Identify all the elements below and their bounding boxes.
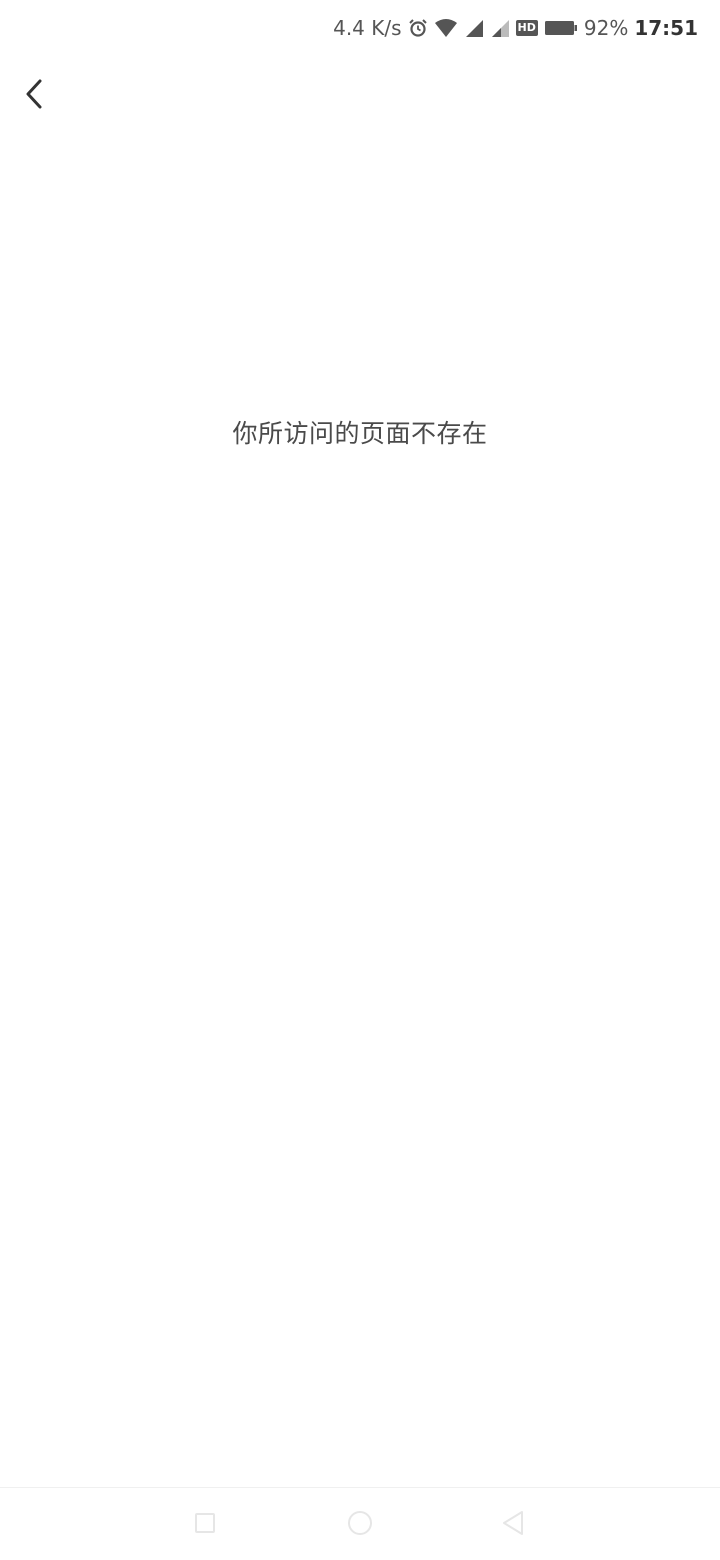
network-speed: 4.4 K/s <box>333 16 402 40</box>
status-bar: 4.4 K/s HD 92% 17:51 <box>0 0 720 56</box>
chevron-left-icon <box>22 78 46 114</box>
system-nav-bar <box>0 1487 720 1560</box>
wifi-icon <box>434 18 458 38</box>
back-button[interactable] <box>10 72 58 120</box>
toolbar <box>0 62 720 132</box>
screen: 4.4 K/s HD 92% 17:51 你所访问的页面不存在 <box>0 0 720 1560</box>
nav-back-button[interactable] <box>498 1510 528 1540</box>
recents-button[interactable] <box>190 1510 220 1540</box>
home-button[interactable] <box>345 1510 375 1540</box>
status-bar-right: 4.4 K/s HD 92% 17:51 <box>333 12 698 44</box>
hd-icon: HD <box>515 20 538 36</box>
page-not-found-message: 你所访问的页面不存在 <box>232 419 488 448</box>
hd-label: HD <box>515 20 538 36</box>
square-icon <box>193 1511 217 1539</box>
circle-icon <box>346 1509 374 1541</box>
signal-icon <box>464 18 484 38</box>
battery-percent: 92% <box>583 16 629 40</box>
signal-weak-icon <box>490 18 510 38</box>
battery-icon <box>544 19 578 37</box>
clock-time: 17:51 <box>634 16 698 40</box>
alarm-icon <box>408 18 428 38</box>
triangle-back-icon <box>500 1509 526 1541</box>
